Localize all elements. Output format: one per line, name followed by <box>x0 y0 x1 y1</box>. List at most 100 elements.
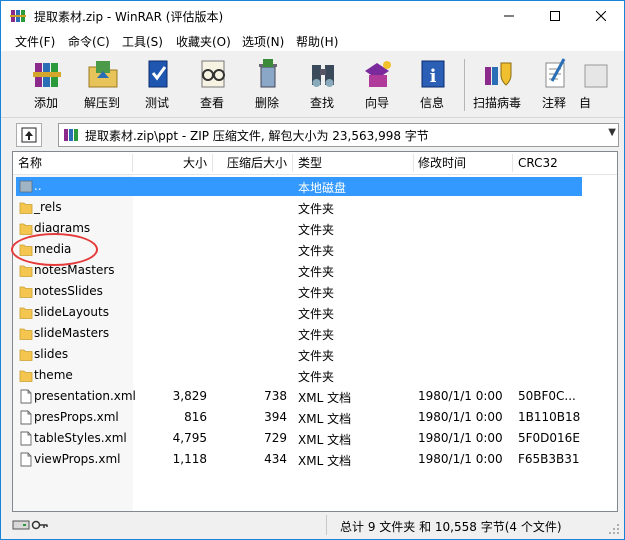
annotation-circle <box>11 233 98 266</box>
winrar-window: 提取素材.zip - WinRAR (评估版本) 文件(F) 命令(C) 工具(… <box>0 0 625 540</box>
cell-modified: 1980/1/1 0:00 <box>418 410 503 424</box>
menu-favorites[interactable]: 收藏夹(O) <box>176 33 231 50</box>
chevron-down-icon[interactable]: ▼ <box>608 127 616 138</box>
column-divider[interactable] <box>413 154 414 172</box>
resize-grip-icon[interactable] <box>608 523 620 535</box>
table-row[interactable]: presentation.xml 3,829 738 XML 文档 1980/1/1 0… <box>13 386 617 407</box>
menu-command[interactable]: 命令(C) <box>68 33 110 50</box>
status-summary: 总计 9 文件夹 和 10,558 字节(4 个文件) <box>340 520 562 534</box>
table-row[interactable]: media 文件夹 <box>13 239 617 260</box>
parent-folder-icon <box>19 180 33 193</box>
find-label: 查找 <box>309 96 334 110</box>
folder-icon <box>19 307 33 319</box>
column-header-packed[interactable]: 压缩后大小 <box>213 152 287 174</box>
close-button[interactable] <box>578 1 624 31</box>
list-header: 名称 ^ 大小 压缩后大小 类型 修改时间 CRC32 <box>13 152 617 175</box>
cell-name: slideMasters <box>34 326 110 340</box>
drive-icon <box>12 520 30 530</box>
delete-button[interactable]: 删除 <box>238 55 296 115</box>
up-folder-button[interactable] <box>16 123 42 147</box>
wizard-icon <box>365 61 391 87</box>
column-header-type[interactable]: 类型 <box>298 152 322 174</box>
wizard-button[interactable]: 向导 <box>348 55 406 115</box>
path-combobox[interactable]: 提取素材.zip\ppt - ZIP 压缩文件, 解包大小为 23,563,99… <box>58 123 619 147</box>
table-row[interactable]: presProps.xml 816 394 XML 文档 1980/1/1 0:00 1B… <box>13 407 617 428</box>
find-button[interactable]: 查找 <box>293 55 351 115</box>
menu-options[interactable]: 选项(N) <box>242 33 284 50</box>
menu-help[interactable]: 帮助(H) <box>296 33 338 50</box>
cell-packed: 394 <box>264 410 287 424</box>
add-books-icon <box>33 63 61 87</box>
column-divider[interactable] <box>292 154 293 172</box>
table-row[interactable]: theme 文件夹 <box>13 365 617 386</box>
cell-modified: 1980/1/1 0:00 <box>418 452 503 466</box>
file-icon <box>20 431 32 446</box>
scan-virus-label: 扫描病毒 <box>472 96 521 110</box>
delete-trash-icon <box>259 59 277 88</box>
key-icon <box>31 520 48 530</box>
view-button[interactable]: 查看 <box>183 55 241 115</box>
table-row[interactable]: tableStyles.xml 4,795 729 XML 文档 1980/1/1 0:… <box>13 428 617 449</box>
cell-packed: 738 <box>264 389 287 403</box>
scan-virus-icon <box>485 62 512 86</box>
sfx-button[interactable]: 自 <box>571 55 611 115</box>
cell-modified: 1980/1/1 0:00 <box>418 389 503 403</box>
test-button[interactable]: 测试 <box>128 55 186 115</box>
column-header-modified[interactable]: 修改时间 <box>418 152 466 174</box>
cell-name: viewProps.xml <box>34 452 121 466</box>
folder-icon <box>19 265 33 277</box>
column-header-size[interactable]: 大小 <box>133 152 207 174</box>
minimize-icon <box>504 15 514 16</box>
table-row[interactable]: _rels 文件夹 <box>13 197 617 218</box>
toolbar-separator <box>464 59 465 111</box>
cell-type: XML 文档 <box>298 412 352 426</box>
menu-tools[interactable]: 工具(S) <box>122 33 163 50</box>
table-row[interactable]: notesMasters 文件夹 <box>13 260 617 281</box>
view-label: 查看 <box>199 96 224 110</box>
table-row[interactable]: viewProps.xml 1,118 434 XML 文档 1980/1/1 0:00… <box>13 449 617 470</box>
table-row[interactable]: slideLayouts 文件夹 <box>13 302 617 323</box>
zip-archive-icon <box>64 129 78 141</box>
cell-packed: 434 <box>264 452 287 466</box>
column-header-name[interactable]: 名称 <box>18 152 42 174</box>
close-icon <box>595 10 607 21</box>
column-divider[interactable] <box>512 154 513 172</box>
folder-icon <box>19 349 33 361</box>
extract-to-button[interactable]: 解压到 <box>73 55 131 115</box>
file-icon <box>20 410 32 425</box>
title-bar[interactable]: 提取素材.zip - WinRAR (评估版本) <box>1 1 624 31</box>
scan-virus-button[interactable]: 扫描病毒 <box>468 55 526 115</box>
info-button[interactable]: i 信息 <box>403 55 461 115</box>
info-label: 信息 <box>419 96 444 110</box>
sfx-icon <box>584 64 608 88</box>
add-label: 添加 <box>33 96 58 110</box>
column-header-crc[interactable]: CRC32 <box>518 152 558 174</box>
maximize-button[interactable] <box>532 1 578 31</box>
cell-size: 1,118 <box>172 452 207 466</box>
table-row[interactable]: slideMasters 文件夹 <box>13 323 617 344</box>
cell-name: presentation.xml <box>34 389 136 403</box>
cell-type: 文件夹 <box>298 202 335 216</box>
file-list[interactable]: 名称 ^ 大小 压缩后大小 类型 修改时间 CRC32 .. 本地磁盘 _rels 文… <box>12 151 618 512</box>
archive-path: 提取素材.zip\ppt - ZIP 压缩文件, 解包大小为 23,563,99… <box>85 129 429 143</box>
extract-to-label: 解压到 <box>83 96 120 110</box>
menu-file[interactable]: 文件(F) <box>15 33 55 50</box>
cell-type: XML 文档 <box>298 391 352 405</box>
table-row[interactable]: .. 本地磁盘 <box>13 176 617 197</box>
minimize-button[interactable] <box>486 1 532 31</box>
folder-icon <box>19 286 33 298</box>
cell-crc: 50BF0C... <box>518 389 576 403</box>
cell-type: 文件夹 <box>298 265 335 279</box>
add-button[interactable]: 添加 <box>17 55 75 115</box>
table-row[interactable]: notesSlides 文件夹 <box>13 281 617 302</box>
extract-folder-icon <box>88 61 118 88</box>
cell-name: tableStyles.xml <box>34 431 127 445</box>
table-row[interactable]: slides 文件夹 <box>13 344 617 365</box>
cell-type: XML 文档 <box>298 433 352 447</box>
sfx-label: 自 <box>579 96 592 110</box>
cell-modified: 1980/1/1 0:00 <box>418 431 503 445</box>
table-row[interactable]: diagrams 文件夹 <box>13 218 617 239</box>
svg-text:i: i <box>430 66 437 87</box>
cell-type: XML 文档 <box>298 454 352 468</box>
cell-packed: 729 <box>264 431 287 445</box>
